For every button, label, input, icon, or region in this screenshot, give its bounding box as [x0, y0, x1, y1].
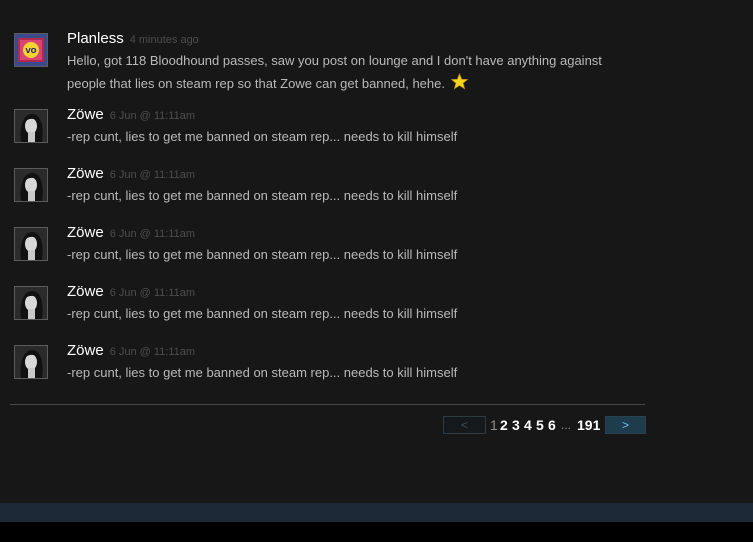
comment-author[interactable]: Zöwe 6 Jun @ 11:11am — [67, 224, 195, 241]
comment-text-line: people that lies on steam rep so that Zo… — [67, 76, 445, 91]
avatar[interactable]: VO — [14, 33, 48, 67]
prev-page-button[interactable]: < — [443, 416, 486, 434]
svg-text:VO: VO — [25, 47, 36, 55]
comment-author[interactable]: Zöwe 6 Jun @ 11:11am — [67, 165, 195, 182]
comment-timestamp: 6 Jun @ 11:11am — [109, 228, 196, 240]
comment-timestamp: 6 Jun @ 11:11am — [109, 346, 196, 358]
comment-author[interactable]: Zöwe 6 Jun @ 11:11am — [67, 106, 195, 123]
comment-text: -rep cunt, lies to get me banned on stea… — [67, 188, 458, 203]
author-name[interactable]: Planless — [67, 30, 124, 47]
avatar[interactable] — [14, 345, 48, 379]
comment-timestamp: 6 Jun @ 11:11am — [109, 110, 196, 122]
footer-bar — [0, 503, 753, 522]
pagination-ellipsis: ... — [561, 418, 572, 432]
comment-timestamp: 4 minutes ago — [129, 34, 199, 46]
divider — [10, 404, 645, 405]
comment-author[interactable]: Zöwe 6 Jun @ 11:11am — [67, 342, 195, 359]
comment-text: -rep cunt, lies to get me banned on stea… — [67, 247, 458, 262]
avatar[interactable] — [14, 286, 48, 320]
page-link[interactable]: 3 — [512, 416, 520, 434]
author-name[interactable]: Zöwe — [67, 283, 104, 300]
page-link-last[interactable]: 191 — [577, 416, 600, 434]
comment: Zöwe 6 Jun @ 11:11am -rep cunt, lies to g… — [14, 106, 634, 159]
author-name[interactable]: Zöwe — [67, 342, 104, 359]
avatar[interactable] — [14, 109, 48, 143]
comment-text: Hello, got 118 Bloodhound passes, saw yo… — [67, 51, 602, 94]
page-link[interactable]: 5 — [536, 416, 544, 434]
pagination: < 1 2 3 4 5 6 ... 191 > — [0, 416, 753, 434]
page-link[interactable]: 6 — [548, 416, 556, 434]
author-name[interactable]: Zöwe — [67, 224, 104, 241]
comment-author[interactable]: Zöwe 6 Jun @ 11:11am — [67, 283, 195, 300]
comment-author[interactable]: Planless 4 minutes ago — [67, 30, 199, 47]
author-name[interactable]: Zöwe — [67, 106, 104, 123]
page-bottom — [0, 522, 753, 542]
page-link-current: 1 — [490, 417, 498, 433]
comment: Zöwe 6 Jun @ 11:11am -rep cunt, lies to g… — [14, 283, 634, 336]
comment-text: -rep cunt, lies to get me banned on stea… — [67, 129, 458, 144]
comment: Zöwe 6 Jun @ 11:11am -rep cunt, lies to g… — [14, 224, 634, 277]
comment: VO Planless 4 minutes ago Hello, got 118 … — [14, 30, 634, 91]
comment: Zöwe 6 Jun @ 11:11am -rep cunt, lies to g… — [14, 165, 634, 218]
comment-text: -rep cunt, lies to get me banned on stea… — [67, 306, 458, 321]
comment-text: -rep cunt, lies to get me banned on stea… — [67, 365, 458, 380]
page-link[interactable]: 2 — [500, 416, 508, 434]
comment-text-line: Hello, got 118 Bloodhound passes, saw yo… — [67, 53, 602, 68]
star-emoticon-icon — [450, 72, 469, 90]
comment-timestamp: 6 Jun @ 11:11am — [109, 169, 196, 181]
page-link[interactable]: 4 — [524, 416, 532, 434]
comment: Zöwe 6 Jun @ 11:11am -rep cunt, lies to g… — [14, 342, 634, 395]
next-page-button[interactable]: > — [605, 416, 646, 434]
avatar[interactable] — [14, 227, 48, 261]
author-name[interactable]: Zöwe — [67, 165, 104, 182]
avatar[interactable] — [14, 168, 48, 202]
comment-timestamp: 6 Jun @ 11:11am — [109, 287, 196, 299]
